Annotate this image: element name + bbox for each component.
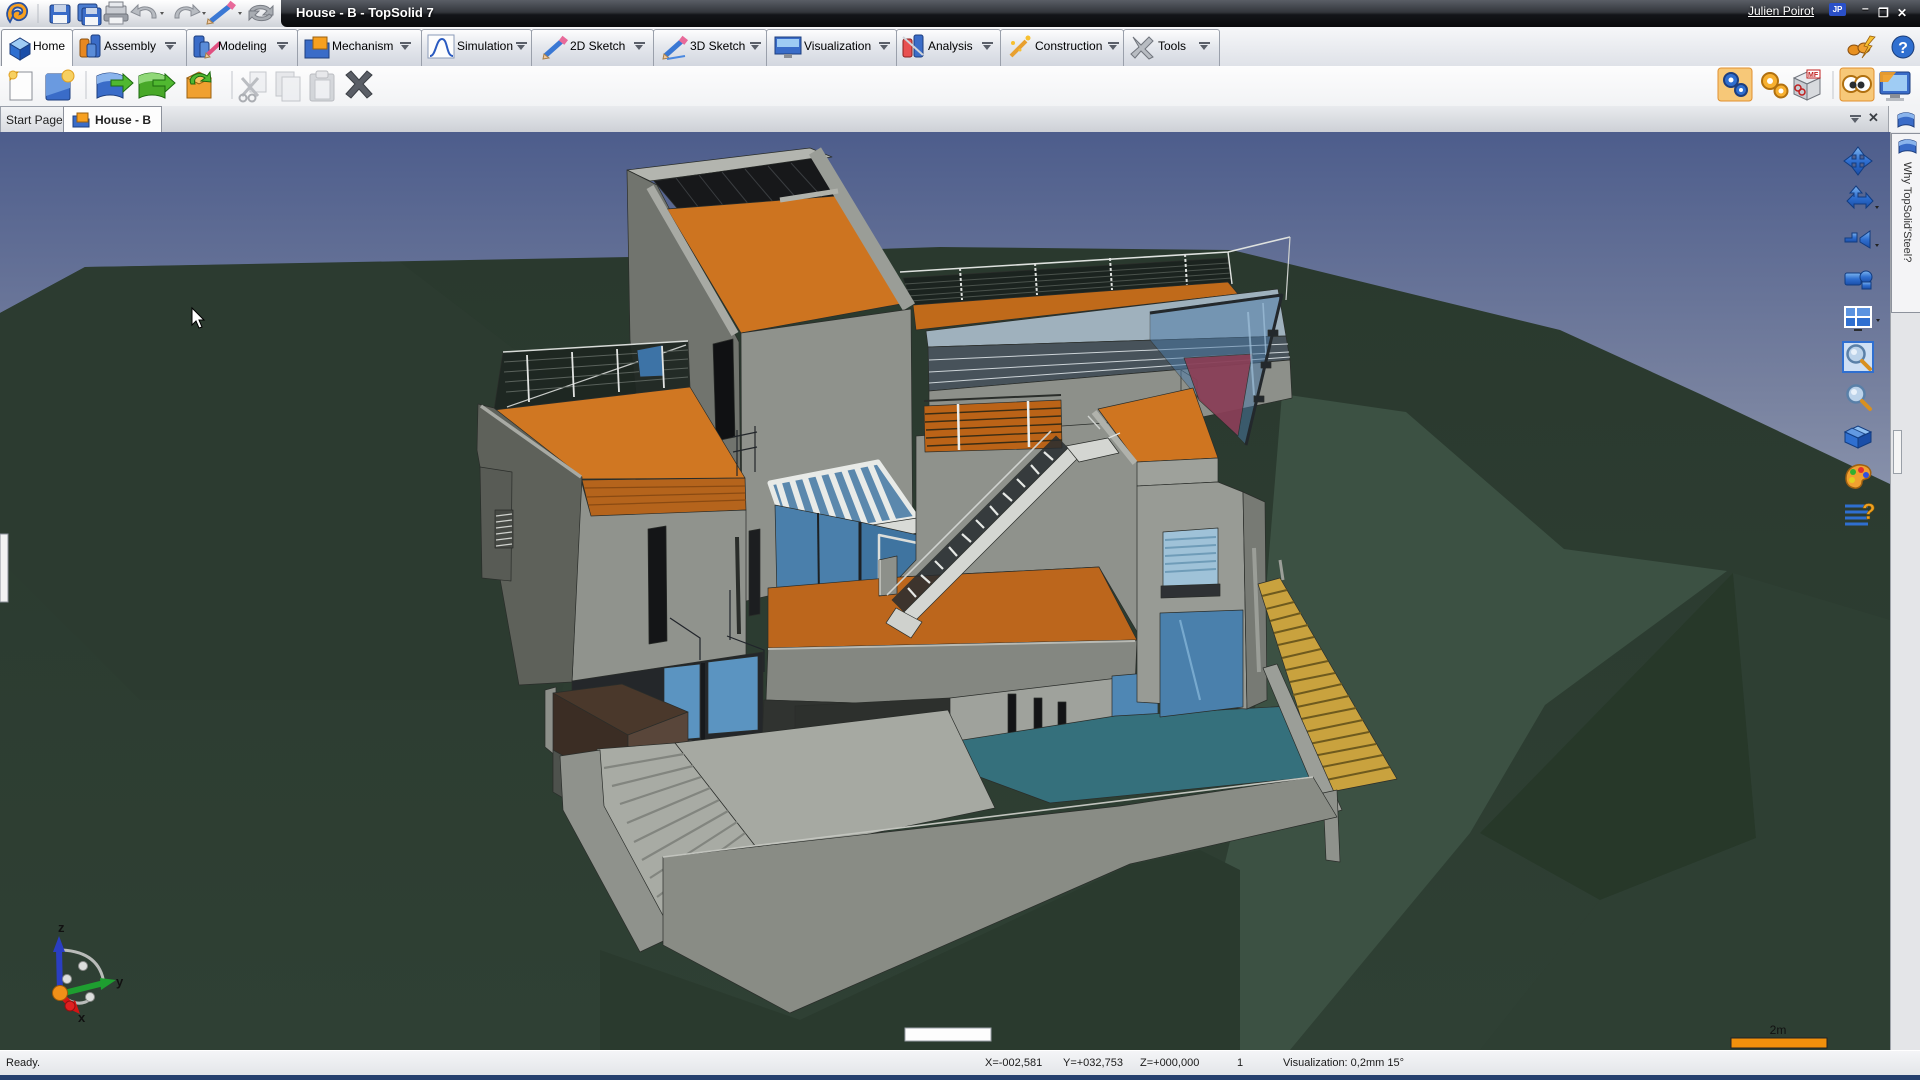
svg-text:y: y [116,974,124,989]
svg-text:?: ? [1862,499,1875,524]
svg-text:2m: 2m [1770,1023,1787,1037]
svg-text:x: x [78,1010,86,1025]
svg-text:z: z [58,920,65,935]
svg-text:?: ? [1898,40,1908,57]
svg-text:MF: MF [1808,72,1819,79]
